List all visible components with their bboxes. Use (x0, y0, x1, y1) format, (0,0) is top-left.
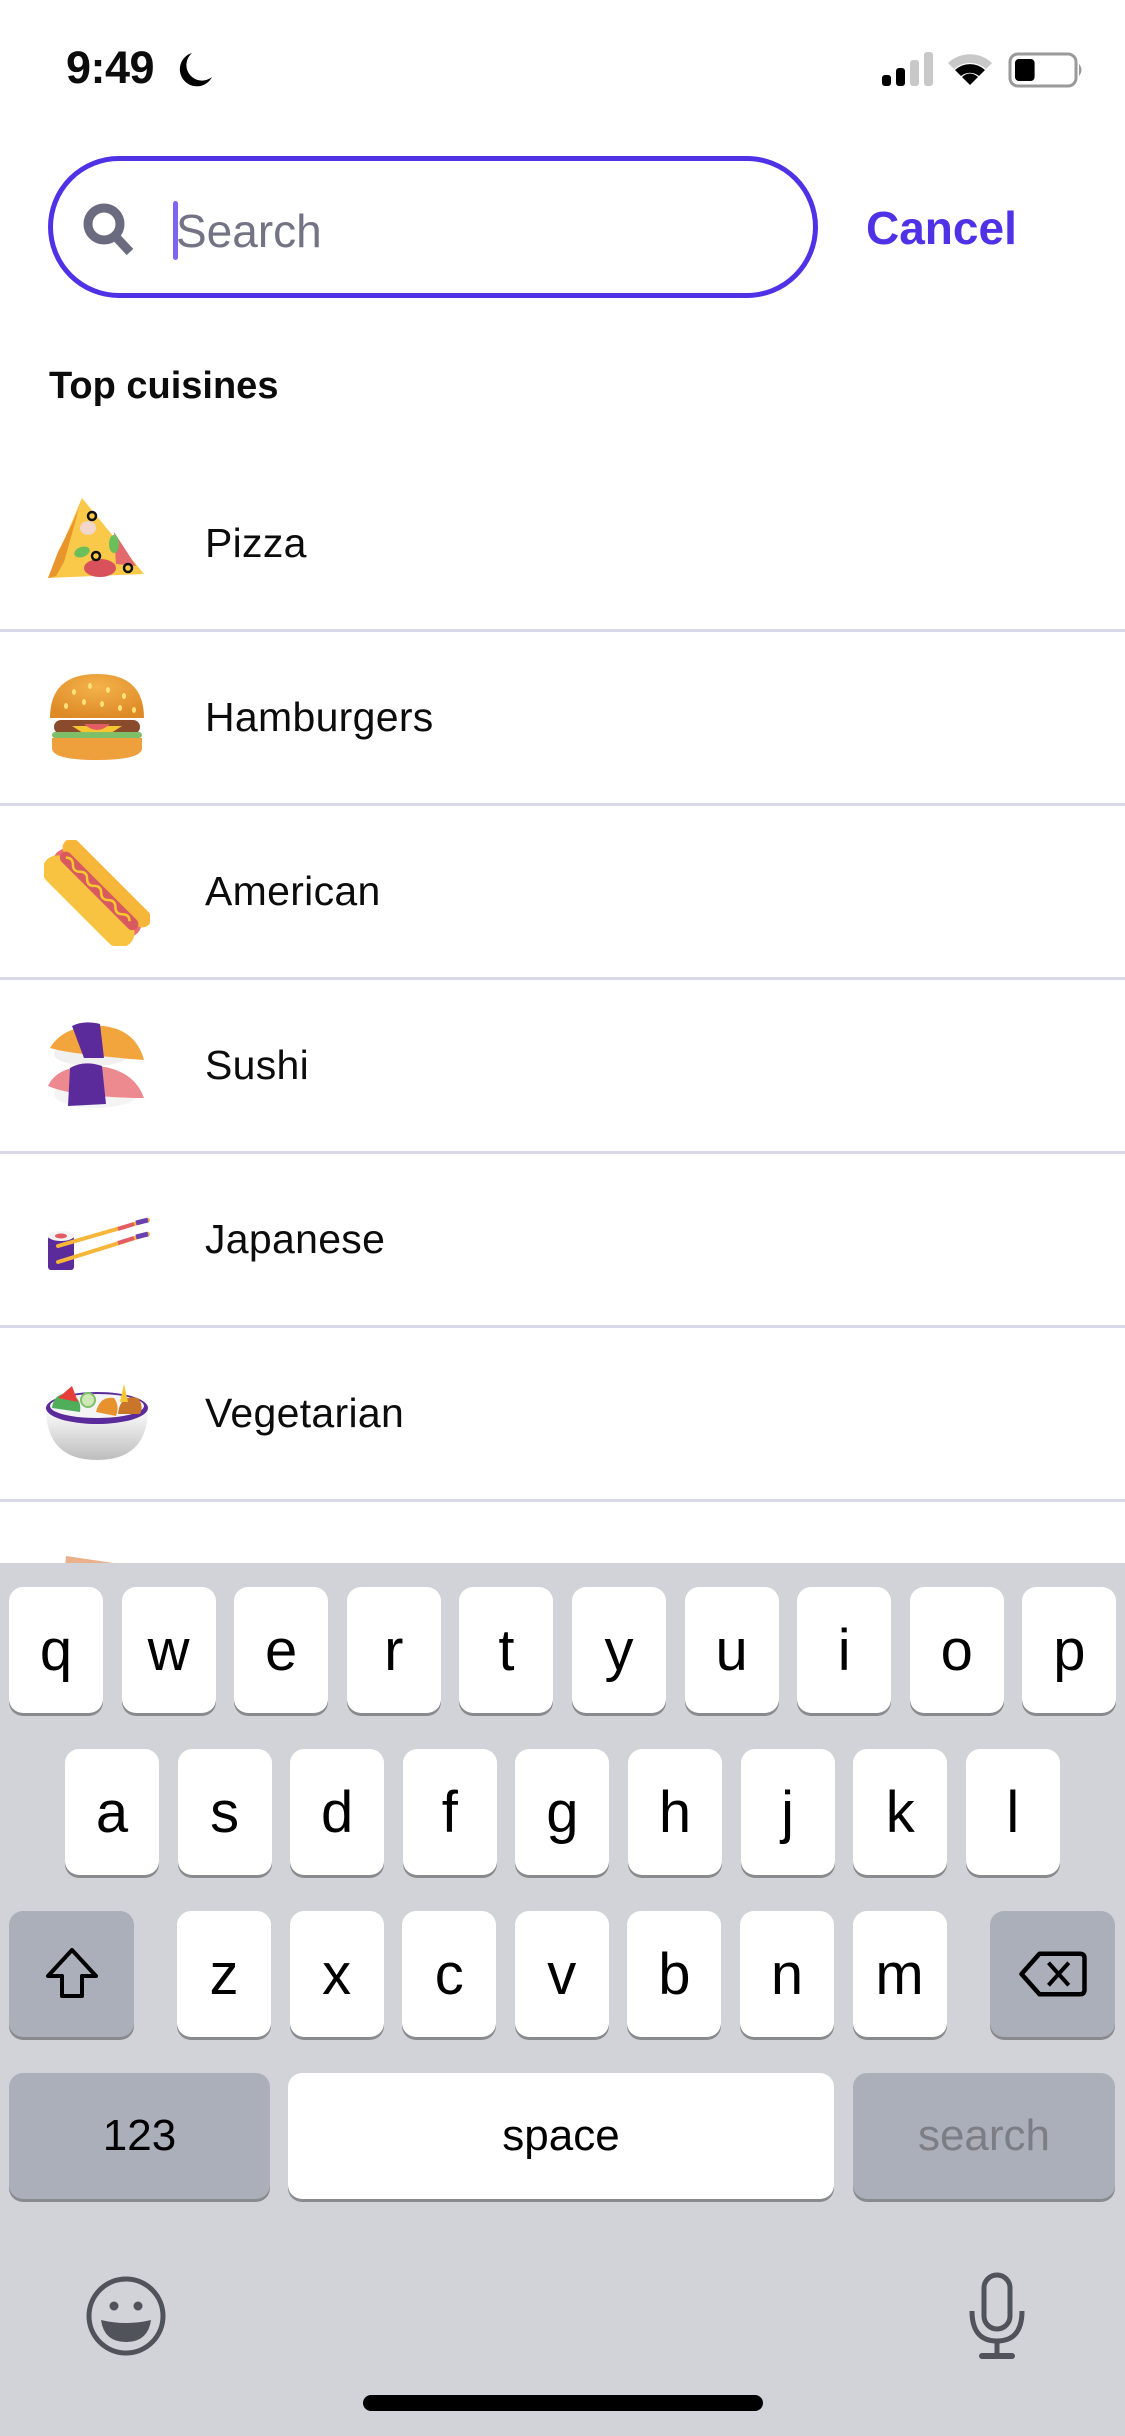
cuisine-label: Hamburgers (205, 694, 434, 740)
key-m[interactable]: m (852, 1911, 947, 2037)
microphone-icon[interactable] (962, 2271, 1032, 2361)
key-s[interactable]: s (177, 1749, 272, 1875)
shift-icon (45, 1948, 98, 1998)
emoji-icon[interactable] (84, 2274, 168, 2358)
cuisine-row-vegetarian[interactable]: Vegetarian (0, 1328, 1125, 1502)
signal-bar-3 (910, 60, 919, 86)
salad-bowl-icon (46, 1384, 148, 1460)
search-input[interactable] (176, 196, 796, 266)
signal-bar-4 (924, 52, 933, 86)
key-b[interactable]: b (627, 1911, 722, 2037)
cuisine-row-american[interactable]: American (0, 806, 1125, 980)
numbers-key[interactable]: 123 (9, 2073, 270, 2199)
keyboard: qwertyuiop asdfghjkl zxcvbnm 123 space s… (0, 1563, 1125, 2436)
key-x[interactable]: x (289, 1911, 384, 2037)
cuisine-row-hamburgers[interactable]: Hamburgers (0, 632, 1125, 806)
cuisine-label: Vegetarian (205, 1390, 405, 1436)
key-h[interactable]: h (628, 1749, 722, 1875)
key-i[interactable]: i (797, 1587, 892, 1713)
key-l[interactable]: l (965, 1749, 1060, 1875)
cuisine-label: Sushi (205, 1042, 310, 1088)
wifi-icon (948, 54, 992, 85)
cuisine-row-sushi[interactable]: Sushi (0, 980, 1125, 1154)
cuisine-label: Japanese (205, 1216, 386, 1262)
key-c[interactable]: c (402, 1911, 497, 2037)
key-n[interactable]: n (740, 1911, 834, 2037)
battery-icon (1008, 52, 1082, 88)
signal-bar-2 (896, 68, 905, 86)
sushi-roll-chopsticks-icon (48, 1217, 150, 1270)
cuisine-row-japanese[interactable]: Japanese (0, 1154, 1125, 1328)
key-p[interactable]: p (1022, 1587, 1117, 1713)
pizza-icon (48, 498, 144, 578)
cancel-button[interactable]: Cancel (866, 198, 1017, 258)
section-title: Top cuisines (49, 365, 279, 407)
backspace-icon (1018, 1951, 1087, 1997)
key-t[interactable]: t (459, 1587, 554, 1713)
hamburger-icon (50, 674, 144, 760)
key-a[interactable]: a (65, 1749, 159, 1875)
hotdog-icon (44, 840, 150, 946)
key-j[interactable]: j (740, 1749, 835, 1875)
signal-icon (882, 52, 933, 86)
sushi-icon (48, 1022, 144, 1108)
delete-key[interactable] (990, 1911, 1115, 2037)
moon-icon (179, 53, 212, 87)
signal-bar-1 (882, 75, 891, 86)
status-time: 9:49 (66, 42, 155, 93)
space-key[interactable]: space (288, 2073, 834, 2199)
home-indicator (363, 2395, 763, 2411)
cuisine-row-pizza[interactable]: Pizza (0, 458, 1125, 632)
cuisine-label: American (205, 868, 381, 914)
cuisine-list: Pizza Hamburgers American Sushi Japanese… (0, 458, 1125, 1676)
key-v[interactable]: v (514, 1911, 609, 2037)
key-z[interactable]: z (177, 1911, 271, 2037)
search-return-key[interactable]: search (853, 2073, 1115, 2199)
key-o[interactable]: o (909, 1587, 1004, 1713)
shift-key[interactable] (9, 1911, 134, 2037)
key-w[interactable]: w (121, 1587, 216, 1713)
key-g[interactable]: g (515, 1749, 610, 1875)
key-f[interactable]: f (402, 1749, 497, 1875)
key-k[interactable]: k (853, 1749, 948, 1875)
key-d[interactable]: d (290, 1749, 385, 1875)
key-u[interactable]: u (684, 1587, 779, 1713)
key-r[interactable]: r (346, 1587, 441, 1713)
key-e[interactable]: e (234, 1587, 329, 1713)
text-cursor (173, 201, 178, 260)
search-icon (83, 203, 134, 256)
key-q[interactable]: q (9, 1587, 103, 1713)
key-y[interactable]: y (572, 1587, 666, 1713)
cuisine-label: Pizza (205, 520, 307, 566)
